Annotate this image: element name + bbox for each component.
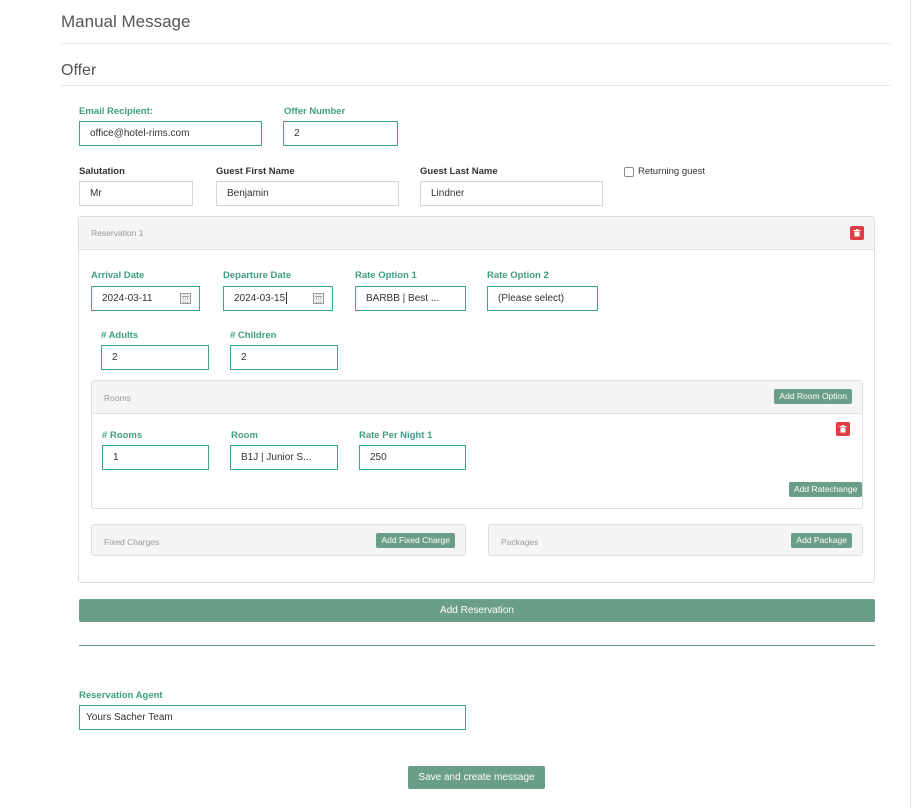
scrollbar-track[interactable] xyxy=(910,0,911,808)
add-package-button[interactable]: Add Package xyxy=(791,533,852,548)
fixed-charges-title: Fixed Charges xyxy=(104,537,160,547)
reservation-agent-input[interactable]: Yours Sacher Team xyxy=(79,705,466,730)
children-label: # Children xyxy=(230,330,277,341)
departure-date-value: 2024-03-15 xyxy=(234,293,286,304)
arrival-date-input[interactable]: 2024-03-11 xyxy=(91,286,200,311)
reservation-title: Reservation 1 xyxy=(91,228,144,238)
email-recipient-label: Email Recipient: xyxy=(79,106,153,117)
rooms-title: Rooms xyxy=(104,393,131,403)
rate-option-1-label: Rate Option 1 xyxy=(355,270,417,281)
departure-date-label: Departure Date xyxy=(223,270,292,281)
trash-icon xyxy=(853,229,861,237)
save-and-create-message-button[interactable]: Save and create message xyxy=(408,766,545,789)
returning-guest-checkbox[interactable] xyxy=(624,167,634,177)
delete-room-button[interactable] xyxy=(836,422,850,436)
email-recipient-input[interactable]: office@hotel-rims.com xyxy=(79,121,262,146)
adults-input[interactable]: 2 xyxy=(101,345,209,370)
room-select[interactable]: B1J | Junior S... xyxy=(230,445,338,470)
rate-per-night-label: Rate Per Night 1 xyxy=(359,430,433,441)
section-title-offer: Offer xyxy=(61,62,97,79)
returning-guest-label: Returning guest xyxy=(638,166,706,177)
salutation-label: Salutation xyxy=(79,166,125,177)
calendar-icon[interactable] xyxy=(313,293,324,304)
guest-first-name-input[interactable]: Benjamin xyxy=(216,181,399,206)
add-room-option-button[interactable]: Add Room Option xyxy=(774,389,852,404)
text-cursor xyxy=(286,292,288,305)
reservation-agent-label: Reservation Agent xyxy=(79,690,163,701)
delete-reservation-button[interactable] xyxy=(850,226,864,240)
room-label: Room xyxy=(231,430,258,441)
guest-last-name-input[interactable]: Lindner xyxy=(420,181,603,206)
salutation-input[interactable]: Mr xyxy=(79,181,193,206)
section-divider xyxy=(61,85,890,86)
departure-date-input[interactable]: 2024-03-15 xyxy=(223,286,333,311)
guest-last-name-label: Guest Last Name xyxy=(420,166,498,177)
trash-icon xyxy=(839,425,847,433)
arrival-date-value: 2024-03-11 xyxy=(102,293,153,304)
reservation-panel-header: Reservation 1 xyxy=(79,217,874,250)
guest-first-name-label: Guest First Name xyxy=(216,166,295,177)
add-reservation-button[interactable]: Add Reservation xyxy=(79,599,875,622)
offer-number-label: Offer Number xyxy=(284,106,346,117)
rate-option-1-select[interactable]: BARBB | Best ... xyxy=(355,286,466,311)
reservation-divider xyxy=(79,645,875,646)
fixed-charges-panel: Fixed Charges Add Fixed Charge xyxy=(91,524,466,556)
room-count-label: # Rooms xyxy=(102,430,143,441)
rooms-panel-header: Rooms Add Room Option xyxy=(92,381,862,414)
arrival-date-label: Arrival Date xyxy=(91,270,145,281)
packages-title: Packages xyxy=(501,537,539,547)
page-title: Manual Message xyxy=(61,12,191,31)
add-fixed-charge-button[interactable]: Add Fixed Charge xyxy=(376,533,455,548)
add-ratechange-button[interactable]: Add Ratechange xyxy=(789,482,863,497)
rate-option-2-select[interactable]: (Please select) xyxy=(487,286,598,311)
adults-label: # Adults xyxy=(101,330,139,341)
room-count-input[interactable]: 1 xyxy=(102,445,209,470)
children-input[interactable]: 2 xyxy=(230,345,338,370)
packages-panel: Packages Add Package xyxy=(488,524,863,556)
rate-per-night-input[interactable]: 250 xyxy=(359,445,466,470)
calendar-icon[interactable] xyxy=(180,293,191,304)
rate-option-2-label: Rate Option 2 xyxy=(487,270,549,281)
offer-number-input[interactable]: 2 xyxy=(283,121,398,146)
title-divider xyxy=(61,43,890,44)
